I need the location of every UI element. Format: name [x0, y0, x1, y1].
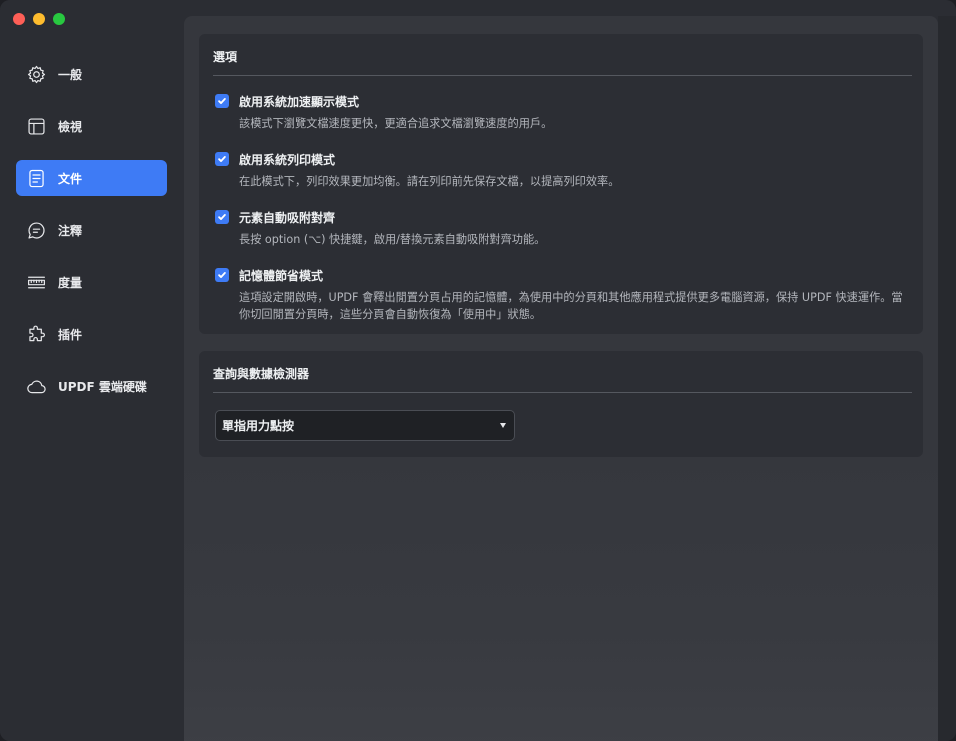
lookup-card: 查詢與數據檢測器 單指用力點按: [199, 351, 923, 457]
checkmark-icon: [218, 98, 226, 104]
sidebar-item-general[interactable]: 一般: [16, 56, 167, 92]
ruler-icon: [25, 271, 47, 293]
select-value: 單指用力點按: [222, 419, 295, 433]
option-label: 啟用系統加速顯示模式: [239, 94, 360, 109]
gear-icon: [25, 63, 47, 85]
puzzle-icon: [25, 323, 47, 345]
option-auto-snap: 元素自動吸附對齊 長按 option (⌥) 快捷鍵，啟用/替換元素自動吸附對齊…: [215, 209, 909, 248]
sidebar-item-label: 一般: [58, 67, 83, 82]
window-controls: [13, 13, 65, 25]
sidebar-item-plugins[interactable]: 插件: [16, 316, 167, 352]
system-print-checkbox[interactable]: [215, 152, 229, 166]
sidebar-item-label: 注釋: [58, 223, 83, 238]
sidebar-item-label: 插件: [58, 327, 83, 342]
sidebar-item-label: 檢視: [58, 119, 83, 134]
sidebar-item-label: 度量: [58, 275, 83, 290]
sidebar-item-comment[interactable]: 注釋: [16, 212, 167, 248]
sidebar-item-document[interactable]: 文件: [16, 160, 167, 196]
options-card: 選項 啟用系統加速顯示模式 該模式下瀏覽文檔速度更快，更適合追求文檔瀏覽速度的用…: [199, 34, 923, 334]
close-window-button[interactable]: [13, 13, 25, 25]
option-label: 啟用系統列印模式: [239, 152, 336, 167]
sidebar-item-label: UPDF 雲端硬碟: [58, 379, 147, 394]
options-title: 選項: [213, 50, 238, 64]
checkmark-icon: [218, 156, 226, 162]
option-accelerated-display: 啟用系統加速顯示模式 該模式下瀏覽文檔速度更快，更適合追求文檔瀏覽速度的用戶。: [215, 93, 909, 132]
sidebar-item-view[interactable]: 檢視: [16, 108, 167, 144]
sidebar-item-measure[interactable]: 度量: [16, 264, 167, 300]
sidebar-item-label: 文件: [58, 171, 83, 186]
checkmark-icon: [218, 272, 226, 278]
option-description: 該模式下瀏覽文檔速度更快，更適合追求文檔瀏覽速度的用戶。: [239, 117, 553, 130]
sidebar: 一般 檢視 文件 注釋 度量 插件 UPDF 雲端硬碟: [0, 0, 184, 741]
option-description: 在此模式下，列印效果更加均衡。請在列印前先保存文檔，以提高列印效率。: [239, 175, 620, 188]
preferences-window: 一般 檢視 文件 注釋 度量 插件 UPDF 雲端硬碟 選項 啟用系統加速顯示模…: [0, 0, 956, 741]
dropdown-caret-icon: [500, 423, 506, 428]
lookup-title: 查詢與數據檢測器: [213, 367, 310, 381]
auto-snap-checkbox[interactable]: [215, 210, 229, 224]
checkmark-icon: [218, 214, 226, 220]
divider: [213, 75, 912, 76]
option-description: 這項設定開啟時，UPDF 會釋出閒置分頁占用的記憶體，為使用中的分頁和其他應用程…: [239, 291, 903, 321]
option-description: 長按 option (⌥) 快捷鍵，啟用/替換元素自動吸附對齊功能。: [239, 233, 546, 246]
minimize-window-button[interactable]: [33, 13, 45, 25]
option-label: 元素自動吸附對齊: [239, 210, 336, 225]
comment-icon: [25, 219, 47, 241]
option-memory-saver: 記憶體節省模式 這項設定開啟時，UPDF 會釋出閒置分頁占用的記憶體，為使用中的…: [215, 267, 909, 323]
option-system-print: 啟用系統列印模式 在此模式下，列印效果更加均衡。請在列印前先保存文檔，以提高列印…: [215, 151, 909, 190]
layout-icon: [25, 115, 47, 137]
divider: [213, 392, 912, 393]
memory-saver-checkbox[interactable]: [215, 268, 229, 282]
sidebar-nav: 一般 檢視 文件 注釋 度量 插件 UPDF 雲端硬碟: [16, 56, 167, 420]
document-icon: [25, 167, 47, 189]
option-label: 記憶體節省模式: [239, 268, 324, 283]
force-click-select[interactable]: 單指用力點按: [215, 410, 515, 441]
accelerated-display-checkbox[interactable]: [215, 94, 229, 108]
maximize-window-button[interactable]: [53, 13, 65, 25]
cloud-icon: [25, 375, 47, 397]
sidebar-item-cloud[interactable]: UPDF 雲端硬碟: [16, 368, 167, 404]
